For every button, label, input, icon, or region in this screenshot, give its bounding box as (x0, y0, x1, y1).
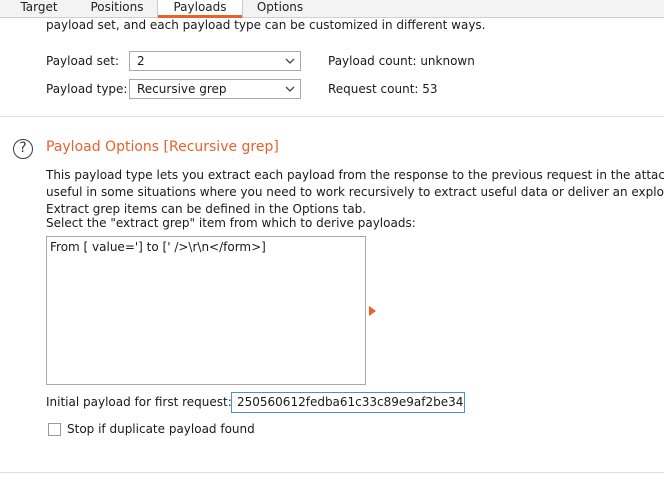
payload-count: Payload count: unknown (328, 54, 475, 68)
grep-items-list[interactable]: From [ value='] to [' />\r\n</form>] (46, 236, 366, 385)
description-line: This payload type lets you extract each … (46, 168, 664, 182)
payload-set-select[interactable]: 2 (129, 51, 301, 71)
help-icon[interactable]: ? (13, 139, 33, 159)
collapse-arrow-icon[interactable] (369, 306, 376, 316)
chevron-down-icon (285, 58, 295, 64)
section-title: Payload Options [Recursive grep] (46, 139, 279, 155)
payload-set-value: 2 (137, 54, 145, 68)
stop-duplicate-label: Stop if duplicate payload found (67, 422, 255, 436)
chevron-down-icon (285, 86, 295, 92)
initial-payload-value: 250560612fedba61c33c89e9af2be344 (237, 395, 465, 409)
tab-payloads[interactable]: Payloads (157, 0, 243, 18)
payload-type-select[interactable]: Recursive grep (129, 79, 301, 99)
payload-type-value: Recursive grep (137, 82, 227, 96)
description-line: useful in some situations where you need… (46, 185, 664, 199)
section-divider (0, 472, 664, 473)
payload-type-label: Payload type: (46, 82, 128, 96)
tab-bar: Target Positions Payloads Options (0, 0, 664, 18)
initial-payload-input[interactable]: 250560612fedba61c33c89e9af2be344 (231, 392, 465, 413)
payload-set-label: Payload set: (46, 54, 119, 68)
initial-payload-label: Initial payload for first request: (46, 395, 232, 409)
stop-duplicate-checkbox[interactable] (48, 423, 61, 436)
list-item[interactable]: From [ value='] to [' />\r\n</form>] (50, 240, 266, 254)
tab-positions[interactable]: Positions (78, 0, 156, 17)
grep-select-label: Select the "extract grep" item from whic… (46, 216, 416, 230)
tab-target[interactable]: Target (0, 0, 78, 17)
payload-sets-intro: payload set, and each payload type can b… (46, 18, 486, 32)
tab-options[interactable]: Options (242, 0, 318, 17)
description-line: Extract grep items can be defined in the… (46, 202, 367, 216)
request-count: Request count: 53 (328, 82, 438, 96)
section-divider (0, 116, 664, 117)
